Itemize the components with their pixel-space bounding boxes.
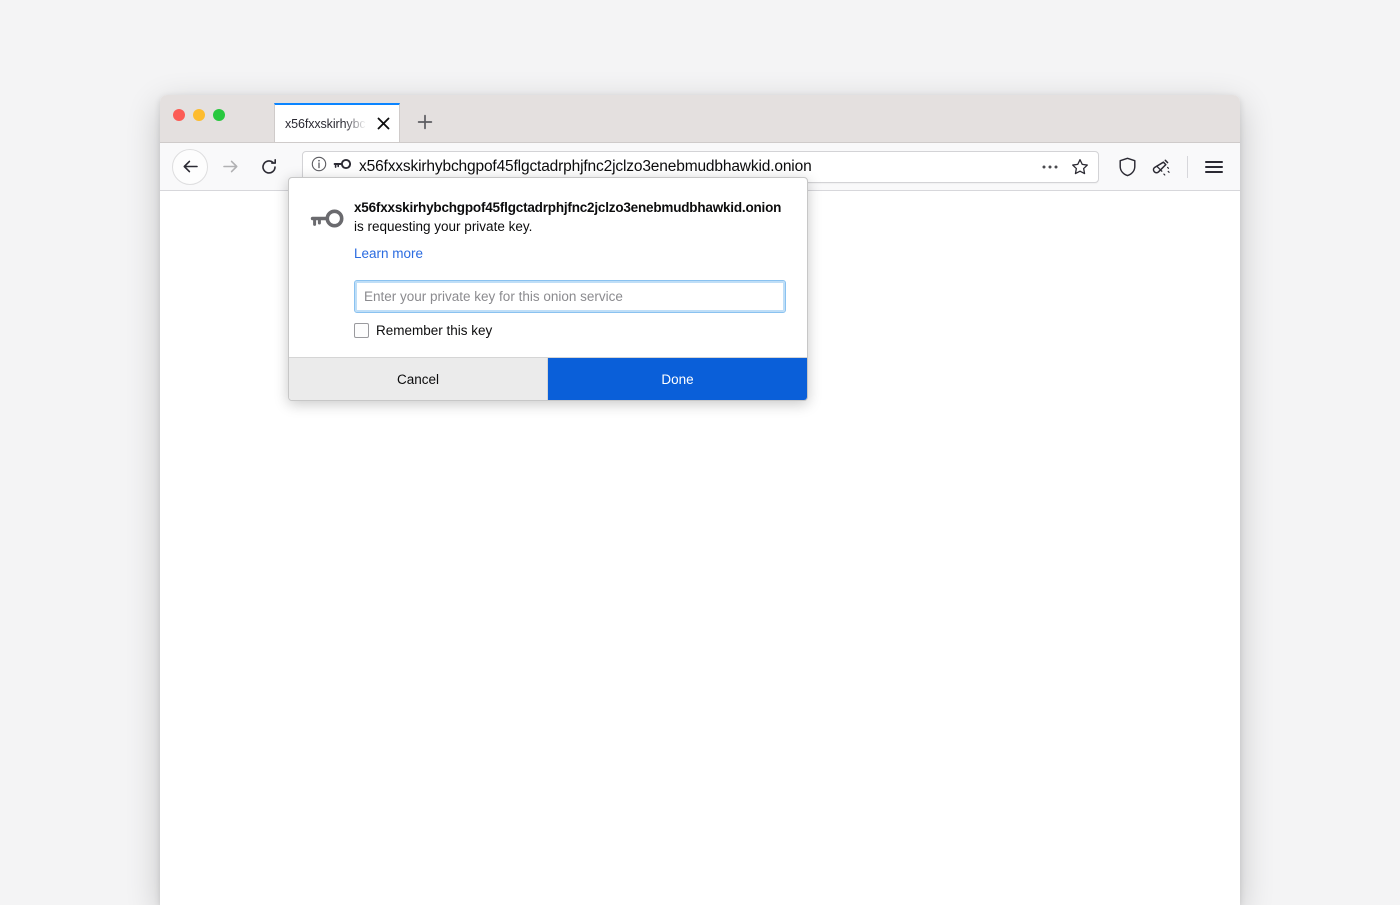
tab-title: x56fxxskirhybchgpof45flgctadrphjf — [285, 116, 370, 131]
remember-key-row[interactable]: Remember this key — [354, 323, 786, 339]
dialog-body: x56fxxskirhybchgpof45flgctadrphjfnc2jclz… — [289, 178, 807, 357]
key-icon — [310, 208, 344, 238]
shield-icon[interactable] — [1111, 151, 1143, 183]
page-actions-icon[interactable] — [1036, 154, 1064, 180]
back-button[interactable] — [172, 148, 208, 185]
bookmark-star-icon[interactable] — [1066, 154, 1094, 180]
cancel-button[interactable]: Cancel — [289, 358, 548, 401]
toolbar-divider — [1187, 155, 1188, 178]
identity-box[interactable] — [311, 156, 359, 177]
tab-strip: x56fxxskirhybchgpof45flgctadrphjf — [160, 95, 1240, 143]
minimize-window-button[interactable] — [193, 109, 205, 121]
hamburger-menu-icon[interactable] — [1198, 151, 1230, 183]
dialog-main: x56fxxskirhybchgpof45flgctadrphjfnc2jclz… — [354, 200, 786, 339]
window-controls — [173, 109, 225, 121]
close-tab-icon[interactable] — [372, 113, 394, 135]
close-window-button[interactable] — [173, 109, 185, 121]
forward-button — [213, 150, 247, 184]
onion-address-heading: x56fxxskirhybchgpof45flgctadrphjfnc2jclz… — [354, 200, 782, 215]
maximize-window-button[interactable] — [213, 109, 225, 121]
remember-key-checkbox[interactable] — [354, 323, 369, 339]
info-circle-icon[interactable] — [311, 156, 327, 177]
dialog-footer: Cancel Done — [289, 357, 807, 401]
learn-more-link[interactable]: Learn more — [354, 246, 423, 261]
url-actions — [1036, 154, 1094, 180]
onion-key-icon[interactable] — [333, 157, 352, 176]
remember-key-label: Remember this key — [376, 323, 493, 339]
new-identity-broom-icon[interactable] — [1145, 151, 1177, 183]
reload-button[interactable] — [252, 150, 286, 184]
request-text: is requesting your private key. — [354, 218, 533, 234]
private-key-input[interactable] — [354, 280, 786, 314]
done-button[interactable]: Done — [548, 358, 807, 401]
url-text: x56fxxskirhybchgpof45flgctadrphjfnc2jclz… — [359, 157, 812, 175]
toolbar-icons — [1111, 151, 1230, 183]
browser-tab-active[interactable]: x56fxxskirhybchgpof45flgctadrphjf — [274, 103, 400, 142]
new-tab-button[interactable] — [412, 109, 438, 135]
tab-title-container: x56fxxskirhybchgpof45flgctadrphjf — [285, 105, 370, 142]
onion-auth-dialog: x56fxxskirhybchgpof45flgctadrphjfnc2jclz… — [288, 177, 808, 402]
